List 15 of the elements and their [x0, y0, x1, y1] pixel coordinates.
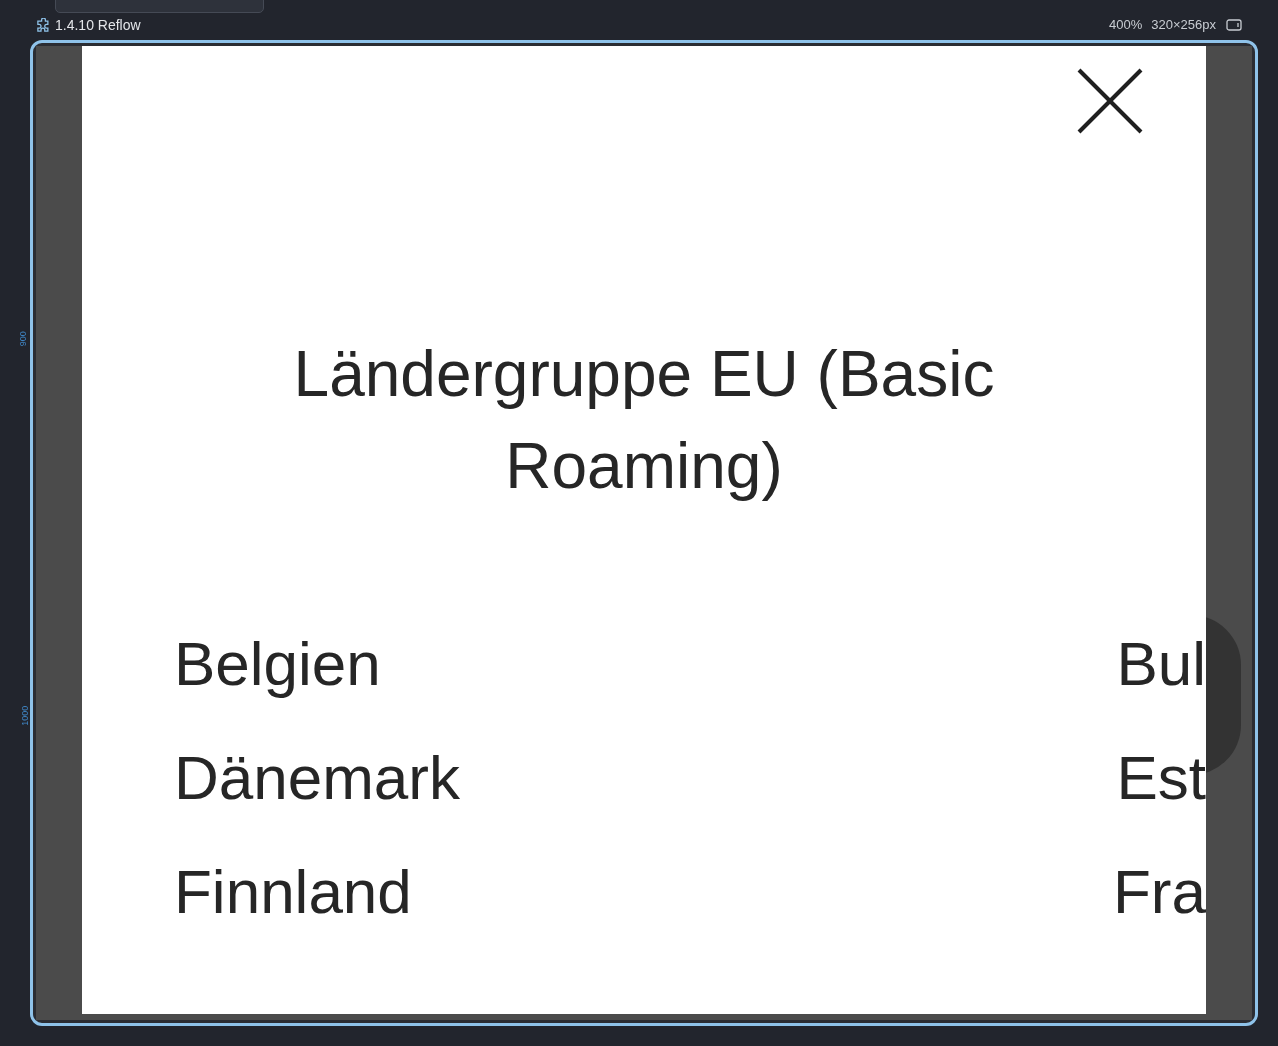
- dialog-title: Ländergruppe EU (Basic Roaming): [292, 337, 996, 504]
- country-name: Bul: [1116, 627, 1206, 700]
- device-title[interactable]: 1.4.10 Reflow: [55, 14, 141, 36]
- ruler-label: 1000: [19, 705, 32, 726]
- zoom-level: 400%: [1109, 16, 1143, 35]
- country-name: Finnland: [174, 855, 413, 928]
- country-name: Est: [1116, 741, 1206, 814]
- viewport-size: 320×256px: [1151, 16, 1216, 35]
- puzzle-icon: [36, 17, 51, 33]
- country-name: Fra: [1113, 855, 1206, 928]
- close-icon[interactable]: [1077, 68, 1143, 134]
- ruler-label: 900: [16, 331, 29, 347]
- country-name: Belgien: [174, 627, 382, 700]
- country-name: Dänemark: [174, 741, 461, 814]
- device-icon[interactable]: [1226, 19, 1242, 31]
